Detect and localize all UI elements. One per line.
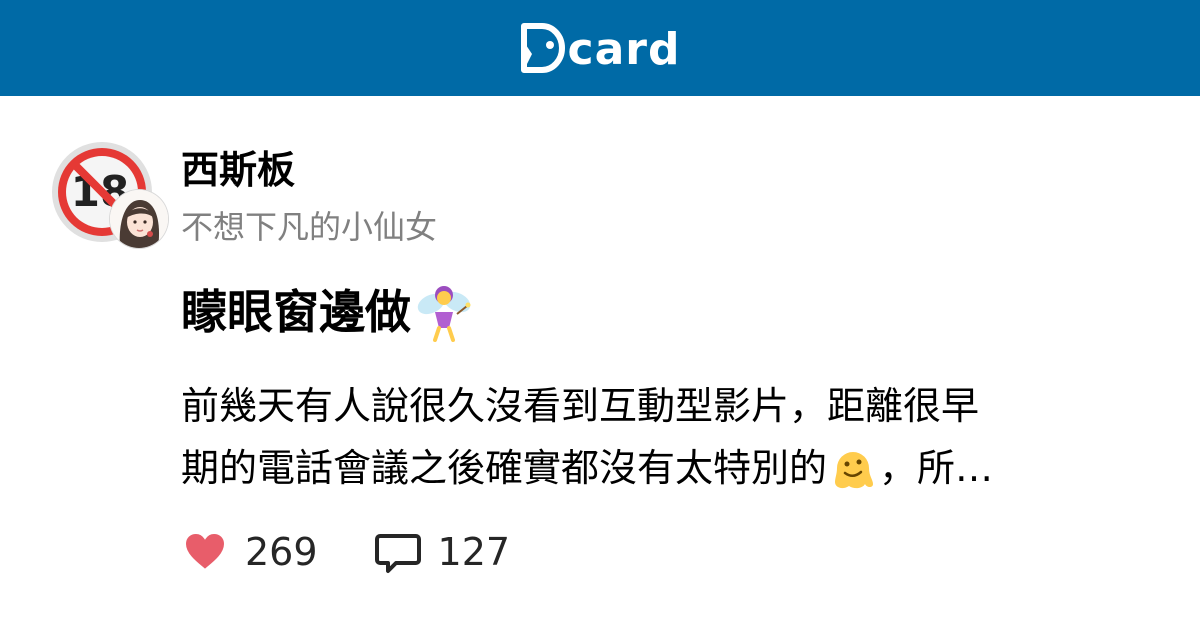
avatar [110,190,168,248]
comment-counter[interactable]: 127 [374,528,511,576]
poster-avatar-group[interactable]: 18 [52,142,168,252]
comment-bubble-icon [374,534,421,573]
post-excerpt[interactable]: 前幾天有人說很久沒看到互動型影片，距離很早 期的電話會議之後確實都沒有太特別的 … [181,375,1141,499]
fairy-emoji [417,286,471,342]
post-stats: 269 127 [181,526,510,578]
excerpt-line-2-text-a: 期的電話會議之後確實都沒有太特別的 [181,446,828,490]
excerpt-line-2-text-b: ，所… [879,446,994,490]
heart-icon [183,531,227,572]
excerpt-line-1-text: 前幾天有人說很久沒看到互動型影片，距離很早 [181,384,980,428]
post-title[interactable]: 矇眼窗邊做 [181,282,473,342]
comment-count: 127 [437,530,511,574]
top-header-bar: card [0,0,1200,96]
post-title-text: 矇眼窗邊做 [181,285,411,339]
excerpt-line-1: 前幾天有人說很久沒看到互動型影片，距離很早 [181,375,1141,437]
excerpt-line-2: 期的電話會議之後確實都沒有太特別的 ，所… [181,437,1141,499]
like-count: 269 [245,530,318,574]
author-name: 不想下凡的小仙女 [181,208,438,246]
melting-face-emoji [835,452,874,489]
forum-name[interactable]: 西斯板 [181,146,295,194]
user-avatar-illustration [110,190,168,248]
logo-text: card [567,24,681,75]
dcard-logo[interactable]: card [520,22,681,74]
dcard-logo-icon [520,23,565,73]
like-counter[interactable]: 269 [181,528,318,576]
